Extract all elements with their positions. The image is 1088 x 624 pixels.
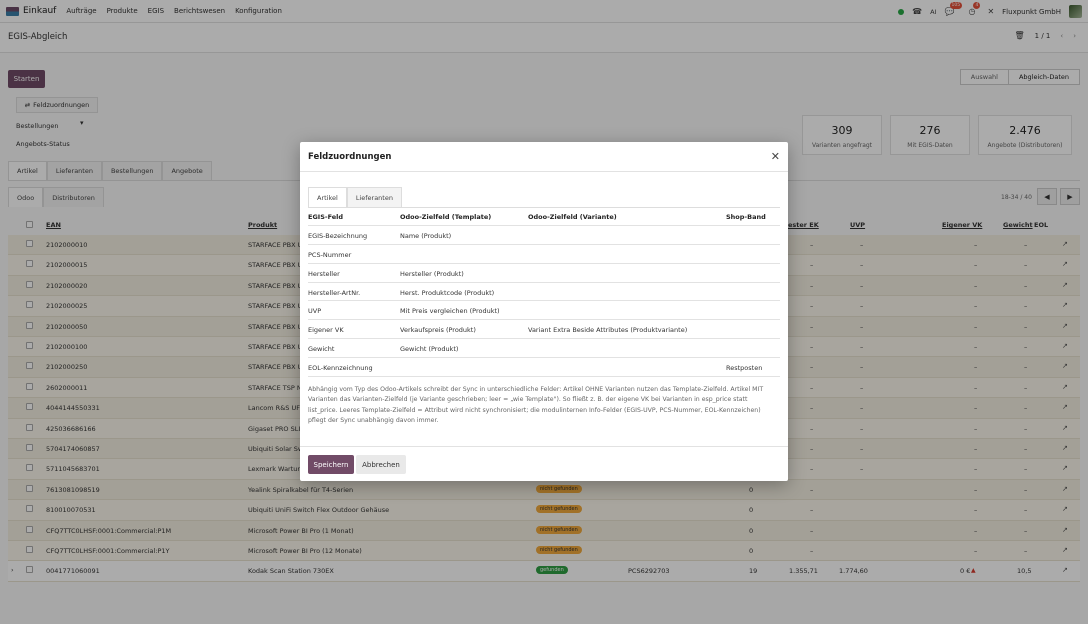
col-egis-feld: EGIS-Feld (308, 213, 344, 221)
dialog-tab-lieferanten[interactable]: Lieferanten (346, 187, 402, 207)
mapping-table: EGIS-Feld Odoo-Zielfeld (Template) Odoo-… (308, 207, 780, 378)
mapping-egis-field: Gewicht (308, 345, 335, 354)
save-button[interactable]: Speichern (308, 455, 354, 474)
mapping-row[interactable]: Hersteller Hersteller (Produkt) (308, 264, 780, 283)
mapping-row[interactable]: EOL-Kennzeichnung Restposten (308, 358, 780, 378)
mapping-template-field[interactable]: Mit Preis vergleichen (Produkt) (400, 307, 500, 315)
mapping-egis-field: Eigener VK (308, 326, 344, 335)
mapping-template-field[interactable]: Verkaufspreis (Produkt) (400, 326, 476, 334)
mapping-egis-field: Hersteller-ArtNr. (308, 288, 361, 297)
dialog-tab-artikel[interactable]: Artikel (308, 187, 347, 207)
cancel-button[interactable]: Abbrechen (356, 455, 406, 474)
mapping-egis-field: PCS-Nummer (308, 250, 352, 259)
mapping-template-field[interactable]: Hersteller (Produkt) (400, 270, 464, 278)
mapping-template-field[interactable]: Herst. Produktcode (Produkt) (400, 289, 494, 297)
field-mapping-dialog: Feldzuordnungen ✕ Artikel Lieferanten EG… (300, 142, 788, 481)
col-shop-band: Shop-Band (726, 213, 766, 221)
mapping-template-field[interactable]: Name (Produkt) (400, 232, 451, 240)
mapping-row[interactable]: Eigener VK Verkaufspreis (Produkt) Variant… (308, 320, 780, 340)
mapping-egis-field: EOL-Kennzeichnung (308, 364, 373, 373)
mapping-row[interactable]: Hersteller-ArtNr. Herst. Produktcode (Pro… (308, 283, 780, 302)
mapping-egis-field: UVP (308, 307, 322, 316)
mapping-template-field[interactable]: Gewicht (Produkt) (400, 345, 458, 353)
mapping-table-body: EGIS-Bezeichnung Name (Produkt) PCS-Nummer… (308, 226, 780, 378)
mapping-row[interactable]: Gewicht Gewicht (Produkt) (308, 339, 780, 359)
mapping-egis-field: EGIS-Bezeichnung (308, 231, 368, 240)
mapping-row[interactable]: PCS-Nummer (308, 245, 780, 264)
mapping-table-header: EGIS-Feld Odoo-Zielfeld (Template) Odoo-… (308, 207, 780, 226)
dialog-title: Feldzuordnungen (308, 152, 392, 162)
dialog-footer-divider (300, 446, 788, 447)
mapping-row[interactable]: EGIS-Bezeichnung Name (Produkt) (308, 226, 780, 245)
dialog-tabs: Artikel Lieferanten (308, 187, 402, 207)
col-variante: Odoo-Zielfeld (Variante) (528, 213, 617, 221)
col-template: Odoo-Zielfeld (Template) (400, 213, 492, 221)
dialog-header-divider (300, 171, 788, 172)
mapping-egis-field: Hersteller (308, 269, 340, 278)
close-icon[interactable]: ✕ (771, 150, 780, 163)
mapping-row[interactable]: UVP Mit Preis vergleichen (Produkt) (308, 301, 780, 321)
mapping-shop-band[interactable]: Restposten (726, 364, 762, 372)
sync-note: Abhängig vom Typ des Odoo-Artikels schre… (308, 386, 764, 424)
mapping-variant-field[interactable]: Variant Extra Beside Attributes (Produkt… (528, 326, 687, 334)
